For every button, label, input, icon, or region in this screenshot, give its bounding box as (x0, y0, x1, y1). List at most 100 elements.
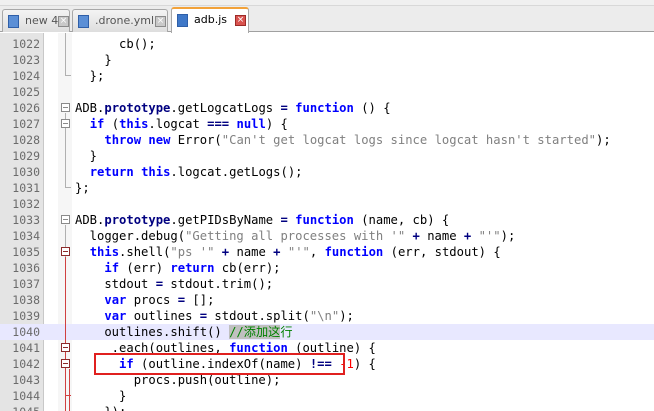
code-line[interactable]: 1044 } (0, 388, 654, 404)
code-token: ( (104, 117, 120, 131)
code-line[interactable]: 1023 } (0, 52, 654, 68)
code-token: "'" (478, 229, 501, 243)
file-icon (8, 15, 19, 28)
code-token: null (236, 117, 266, 131)
tab-label: .drone.yml (95, 14, 155, 27)
code-line[interactable]: 1034 logger.debug("Getting all processes… (0, 228, 654, 244)
code-token: function (324, 245, 384, 259)
fold-toggle-icon[interactable] (61, 247, 70, 256)
fold-end-marker (65, 395, 71, 396)
code-token: = (199, 309, 208, 323)
line-number: 1032 (12, 197, 40, 211)
fold-toggle-icon[interactable] (61, 103, 70, 112)
code-token: "'" (287, 245, 310, 259)
line-code: } (75, 388, 126, 404)
code-line[interactable]: 1032 (0, 196, 654, 212)
line-code: ADB.prototype.getLogcatLogs = function (… (75, 100, 391, 116)
line-code: ADB.prototype.getPIDsByName = function (… (75, 212, 449, 228)
line-code: if (this.logcat === null) { (75, 116, 288, 132)
code-line[interactable]: 1037 stdout = stdout.trim(); (0, 276, 654, 292)
code-line[interactable]: 1026 ADB.prototype.getLogcatLogs = functi… (0, 100, 654, 116)
code-line[interactable]: 1040 outlines.shift() //添加这行 (0, 324, 654, 340)
code-token: new (148, 133, 171, 147)
line-code: if (err) return cb(err); (75, 260, 281, 276)
code-line[interactable]: 1030 return this.logcat.getLogs(); (0, 164, 654, 180)
line-code: stdout = stdout.trim(); (75, 276, 273, 292)
tab-adb-js[interactable]: adb.js × (171, 7, 249, 33)
code-token: + (273, 245, 281, 259)
code-line[interactable]: 1038 var procs = []; (0, 292, 654, 308)
code-token: Error( (170, 133, 222, 147)
line-code: logger.debug("Getting all processes with… (75, 228, 516, 244)
code-token: .shell( (119, 245, 171, 259)
code-editor[interactable]: 1022 cb(); 1023 } 1024 }; 1025 1026 ADB.proto… (0, 33, 654, 411)
line-number: 1033 (12, 213, 40, 227)
code-token: }; (75, 69, 105, 83)
close-icon[interactable]: × (58, 16, 69, 27)
line-number: 1025 (12, 85, 40, 99)
code-token: return (170, 261, 215, 275)
code-line[interactable]: 1029 } (0, 148, 654, 164)
close-icon[interactable]: × (155, 16, 166, 27)
code-line[interactable]: 1039 var outlines = stdout.split("\n"); (0, 308, 654, 324)
code-token: .getPIDsByName (170, 213, 281, 227)
file-icon (78, 15, 89, 28)
fold-toggle-icon[interactable] (61, 215, 70, 224)
code-token: name (419, 229, 464, 243)
code-line[interactable]: 1022 cb(); (0, 36, 654, 52)
line-number: 1038 (12, 293, 40, 307)
line-code: }; (75, 180, 90, 196)
code-line[interactable]: 1036 if (err) return cb(err); (0, 260, 654, 276)
code-token: this (141, 165, 171, 179)
code-token: this (119, 117, 149, 131)
annotation-highlight-box (94, 353, 345, 375)
code-token: ); (339, 309, 354, 323)
code-token: //添加这 (229, 325, 281, 339)
fold-toggle-icon[interactable] (61, 119, 70, 128)
fold-toggle-icon[interactable] (61, 359, 70, 368)
line-code: return this.logcat.getLogs(); (75, 164, 303, 180)
line-number: 1023 (12, 53, 40, 67)
tab-new-4[interactable]: new 4 × (2, 9, 70, 32)
line-number: 1026 (12, 101, 40, 115)
code-token: cb(); (75, 37, 156, 51)
line-code: }; (75, 68, 105, 84)
line-number: 1042 (12, 357, 40, 371)
code-line[interactable]: 1027 if (this.logcat === null) { (0, 116, 654, 132)
code-line[interactable]: 1024 }; (0, 68, 654, 84)
tab-drone-yml[interactable]: .drone.yml × (72, 9, 168, 32)
close-icon[interactable]: × (235, 15, 246, 26)
code-token: ); (500, 229, 516, 243)
fold-toggle-icon[interactable] (61, 343, 70, 352)
code-token: function (295, 213, 354, 227)
tab-label: new 4 (25, 14, 59, 27)
code-token: ADB. (75, 101, 105, 115)
line-number: 1039 (12, 309, 40, 323)
code-line[interactable]: 1025 (0, 84, 654, 100)
line-code: var procs = []; (75, 292, 214, 308)
code-line[interactable]: 1035 this.shell("ps '" + name + "'", fun… (0, 244, 654, 260)
line-number: 1043 (12, 373, 40, 387)
line-number: 1028 (12, 133, 40, 147)
line-number: 1031 (12, 181, 40, 195)
code-token: ADB. (75, 213, 105, 227)
code-token: + (412, 229, 420, 243)
line-code: } (75, 52, 111, 68)
code-token: stdout.trim(); (163, 277, 274, 291)
code-token: = (177, 293, 186, 307)
code-line[interactable]: 1031}; (0, 180, 654, 196)
code-line[interactable]: 1033 ADB.prototype.getPIDsByName = functi… (0, 212, 654, 228)
code-token: , (309, 245, 325, 259)
code-token: var (104, 309, 127, 323)
code-line[interactable]: 1045 }); (0, 404, 654, 411)
code-token: .getLogcatLogs (170, 101, 281, 115)
code-token: stdout.split( (207, 309, 310, 323)
code-token: = (280, 101, 288, 115)
code-token: cb(err); (214, 261, 281, 275)
code-line[interactable]: 1028 throw new Error("Can't get logcat l… (0, 132, 654, 148)
line-number: 1037 (12, 277, 40, 291)
